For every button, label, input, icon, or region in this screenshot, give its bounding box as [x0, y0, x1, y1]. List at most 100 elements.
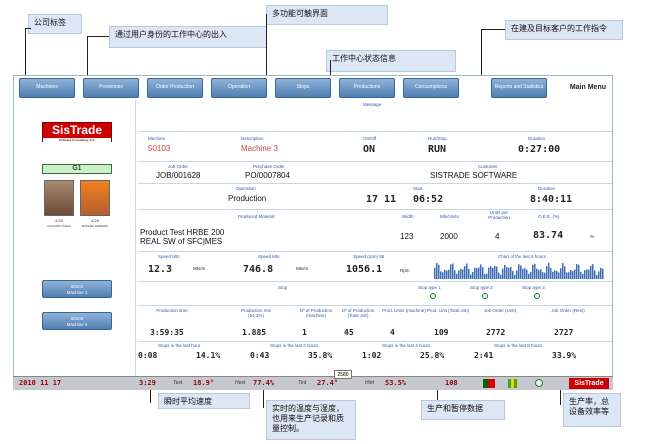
oee-label: O.E.E. (%): [538, 214, 560, 219]
connector-line: [25, 28, 31, 29]
status-logo: SisTrade: [569, 378, 609, 389]
h-ext-value: 77.4%: [253, 379, 275, 387]
chart-bar: [504, 264, 506, 279]
chart-bar: [518, 264, 520, 279]
chart-bar: [434, 267, 436, 279]
stop-type-3-indicator[interactable]: [534, 293, 540, 299]
operator-photo-1[interactable]: [44, 180, 74, 216]
chart-bar: [446, 270, 448, 279]
production-label: Production mts (94.3%): [240, 308, 271, 318]
message-row: Message: [138, 100, 612, 132]
chart-bar: [464, 266, 466, 279]
stops-history-value: 14.1%: [196, 351, 221, 360]
nav-presences[interactable]: Presences: [83, 78, 139, 98]
chart-bar: [496, 266, 498, 279]
speed-mts-value-1: 12.3: [148, 264, 173, 275]
stop-type-1-indicator[interactable]: [430, 293, 436, 299]
status-indicator-icon[interactable]: [535, 379, 543, 387]
work-center-badge[interactable]: G1: [42, 164, 112, 174]
chart-bar: [512, 270, 514, 279]
chart-bar: [508, 267, 510, 279]
chart-bar: [480, 264, 482, 279]
operation-label: Operation: [236, 186, 256, 191]
description-value: Machine 3: [241, 144, 278, 153]
chart-bar: [560, 268, 562, 279]
nav-productions[interactable]: Productions: [339, 78, 395, 98]
duration-label-2: Duration: [538, 186, 556, 191]
job-order-value: JOB/001628: [156, 171, 201, 180]
chart-bar: [510, 266, 512, 279]
production-value: 1: [302, 328, 307, 337]
chart-bar: [440, 271, 442, 279]
start-date: 17 11: [366, 194, 397, 205]
duration-value-2: 8:40:11: [530, 194, 573, 205]
speed-rpm-unit: Rpm: [400, 268, 410, 273]
width-value: 123: [400, 232, 414, 241]
duration-value: 0:27:00: [518, 144, 561, 155]
produced-material-label: Produced Material: [238, 214, 275, 219]
chart-bar: [484, 273, 486, 279]
chart-bar: [530, 271, 532, 279]
production-row: Production time 3:59:35 Production mts (94…: [138, 306, 612, 342]
chart-bar: [520, 265, 522, 279]
stops-history-value: 0:43: [250, 351, 270, 360]
status-count: 108: [445, 379, 458, 387]
stops-history-label: Stops in the last hour: [158, 343, 201, 348]
chart-bar: [458, 270, 460, 279]
chart-bar: [516, 270, 518, 279]
chart-bar: [588, 269, 590, 279]
callout-work-order: 在建及目标客户的工作指令: [505, 20, 623, 40]
chart-bar: [556, 270, 558, 279]
page: 公司标签 通过用户身份的工作中心的出入 多功能可触界面 工作中心状态信息 在建及…: [0, 0, 650, 444]
nav-stops[interactable]: Stops: [275, 78, 331, 98]
chart-bar: [476, 268, 478, 279]
chart-bar: [450, 264, 452, 279]
h-ext-label: Hext: [235, 380, 246, 386]
nav-consumptions[interactable]: Consumptions: [403, 78, 459, 98]
status-date: 2010 11 17: [19, 379, 62, 387]
machine-value: 50103: [148, 144, 171, 153]
company-logo: SisTrade Software Consulting, S.A.: [42, 122, 112, 143]
stop-type-2-indicator[interactable]: [482, 293, 488, 299]
production-label: Prod. Unit (Total Job): [426, 308, 470, 313]
chart-bar: [482, 267, 484, 279]
machine-button-1[interactable]: 50101 Machine 1: [42, 280, 112, 298]
description-label: Description: [241, 136, 264, 141]
production-label: Job Order (Unit): [483, 308, 517, 313]
speed-mts-value-2: 746.8: [243, 264, 274, 275]
chart-bar: [454, 270, 456, 279]
status-bar: 2010 11 17 3:29 Text 18.9° Hext 77.4% Ti…: [13, 376, 613, 390]
operator-id-2: 4:29: [91, 218, 99, 223]
nav-order-production[interactable]: Order Production: [147, 78, 203, 98]
chart-bar: [574, 269, 576, 279]
purchase-order-value: PO/0007804: [245, 171, 290, 180]
nav-machines[interactable]: Machines: [19, 78, 75, 98]
machine-button-2[interactable]: 50105 Machine 5: [42, 312, 112, 330]
nav-reports-statistics[interactable]: Reports and Statistics: [491, 78, 547, 98]
customer-label: Customer: [478, 164, 498, 169]
stops-history-value: 0:08: [138, 351, 158, 360]
t-ext-value: 18.9°: [193, 379, 215, 387]
chart-bar: [514, 274, 516, 279]
production-value: 2772: [486, 328, 506, 337]
callout-oee: 生产率，总设备效率等: [563, 393, 621, 427]
nav-operation[interactable]: Operation: [211, 78, 267, 98]
stops-history-value: 25.8%: [420, 351, 445, 360]
operator-name-2: MANUEL PEREIRA: [81, 224, 109, 228]
chart-bar: [562, 263, 564, 279]
oee-value: 83.74: [533, 230, 564, 241]
chart-bar: [524, 268, 526, 279]
chart-bar: [502, 268, 504, 279]
chart-bar: [488, 267, 490, 279]
callout-production: 生产和暂停数据: [421, 400, 505, 420]
chart-bar: [550, 267, 552, 279]
operator-photo-2[interactable]: [80, 180, 110, 216]
chart-bar: [442, 272, 444, 279]
material-row: Produced Material Product Test HRBE 200 …: [138, 210, 612, 252]
speed-row: Speed Mts 12.3 Mts/m Speed Mts 746.8 Mts…: [138, 252, 612, 282]
speed-mts-label-2: Speed Mts: [258, 254, 280, 259]
production-value: 2727: [554, 328, 574, 337]
stop-type-2-label: Stop type 2: [470, 285, 493, 290]
grid-icon[interactable]: [508, 379, 518, 388]
start-label: Start: [413, 186, 423, 191]
